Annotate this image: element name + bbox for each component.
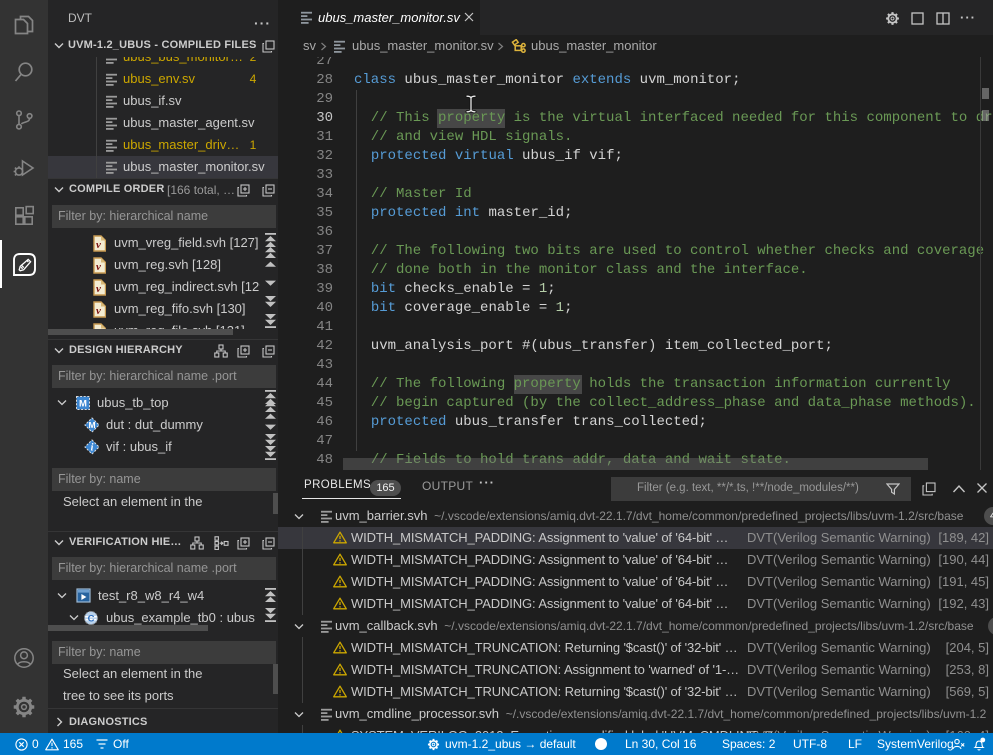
svg-text:v: v <box>96 239 101 251</box>
svg-text:M: M <box>79 399 87 410</box>
svg-text:v: v <box>96 283 101 295</box>
svg-text:C: C <box>88 613 95 624</box>
svg-text:i: i <box>91 443 94 454</box>
svg-text:v: v <box>96 305 101 317</box>
svg-text:v: v <box>96 261 101 273</box>
svg-text:M: M <box>88 420 95 430</box>
